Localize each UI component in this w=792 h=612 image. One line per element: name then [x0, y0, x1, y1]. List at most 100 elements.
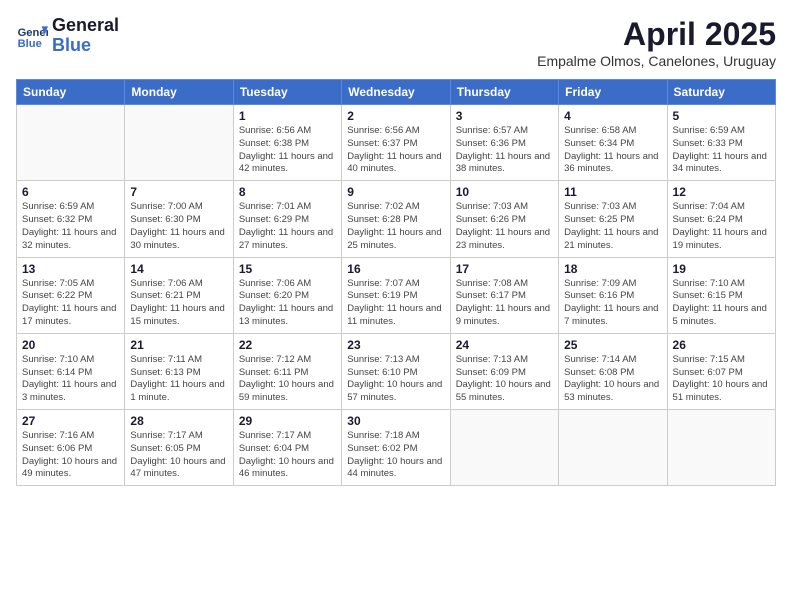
cell-day-number: 1 [239, 109, 336, 123]
cell-day-info: Sunrise: 7:03 AM Sunset: 6:26 PM Dayligh… [456, 201, 553, 252]
calendar-header-tuesday: Tuesday [233, 80, 341, 105]
logo-line2: Blue [52, 36, 119, 56]
calendar-cell [559, 410, 667, 486]
cell-day-number: 25 [564, 338, 661, 352]
calendar-header-row: SundayMondayTuesdayWednesdayThursdayFrid… [17, 80, 776, 105]
calendar-cell: 17Sunrise: 7:08 AM Sunset: 6:17 PM Dayli… [450, 257, 558, 333]
cell-day-number: 4 [564, 109, 661, 123]
cell-day-info: Sunrise: 7:08 AM Sunset: 6:17 PM Dayligh… [456, 278, 553, 329]
cell-day-info: Sunrise: 7:00 AM Sunset: 6:30 PM Dayligh… [130, 201, 227, 252]
calendar-cell: 16Sunrise: 7:07 AM Sunset: 6:19 PM Dayli… [342, 257, 450, 333]
calendar-cell: 19 Sunrise: 7:10 AM Sunset: 6:15 PM Dayli… [667, 257, 775, 333]
cell-day-number: 29 [239, 414, 336, 428]
cell-day-info: Sunrise: 7:17 AM Sunset: 6:05 PM Dayligh… [130, 430, 227, 481]
location-subtitle: Empalme Olmos, Canelones, Uruguay [537, 53, 776, 69]
calendar-cell: 21Sunrise: 7:11 AM Sunset: 6:13 PM Dayli… [125, 333, 233, 409]
calendar-cell: 14 Sunrise: 7:06 AM Sunset: 6:21 PM Dayli… [125, 257, 233, 333]
calendar-header-sunday: Sunday [17, 80, 125, 105]
cell-day-number: 14 [130, 262, 227, 276]
calendar-cell: 13 Sunrise: 7:05 AM Sunset: 6:22 PM Dayli… [17, 257, 125, 333]
cell-day-info: Sunrise: 7:02 AM Sunset: 6:28 PM Dayligh… [347, 201, 444, 252]
calendar-week-row: 27Sunrise: 7:16 AM Sunset: 6:06 PM Dayli… [17, 410, 776, 486]
calendar-cell: 9 Sunrise: 7:02 AM Sunset: 6:28 PM Daylig… [342, 181, 450, 257]
cell-day-number: 23 [347, 338, 444, 352]
calendar-cell: 29 Sunrise: 7:17 AM Sunset: 6:04 PM Dayli… [233, 410, 341, 486]
cell-day-info: Sunrise: 7:17 AM Sunset: 6:04 PM Dayligh… [239, 430, 336, 481]
cell-day-number: 13 [22, 262, 119, 276]
calendar-cell: 26 Sunrise: 7:15 AM Sunset: 6:07 PM Dayli… [667, 333, 775, 409]
cell-day-number: 26 [673, 338, 770, 352]
calendar-cell [17, 105, 125, 181]
cell-day-number: 28 [130, 414, 227, 428]
calendar-cell: 11 Sunrise: 7:03 AM Sunset: 6:25 PM Dayli… [559, 181, 667, 257]
calendar-header-thursday: Thursday [450, 80, 558, 105]
calendar-cell: 20 Sunrise: 7:10 AM Sunset: 6:14 PM Dayli… [17, 333, 125, 409]
cell-day-info: Sunrise: 7:13 AM Sunset: 6:10 PM Dayligh… [347, 354, 444, 405]
cell-day-info: Sunrise: 6:59 AM Sunset: 6:33 PM Dayligh… [673, 125, 770, 176]
cell-day-info: Sunrise: 7:06 AM Sunset: 6:21 PM Dayligh… [130, 278, 227, 329]
calendar-cell [450, 410, 558, 486]
cell-day-info: Sunrise: 7:09 AM Sunset: 6:16 PM Dayligh… [564, 278, 661, 329]
cell-day-info: Sunrise: 7:01 AM Sunset: 6:29 PM Dayligh… [239, 201, 336, 252]
cell-day-info: Sunrise: 6:58 AM Sunset: 6:34 PM Dayligh… [564, 125, 661, 176]
calendar-cell: 4 Sunrise: 6:58 AM Sunset: 6:34 PM Daylig… [559, 105, 667, 181]
cell-day-info: Sunrise: 7:05 AM Sunset: 6:22 PM Dayligh… [22, 278, 119, 329]
cell-day-number: 18 [564, 262, 661, 276]
logo-line1: General [52, 16, 119, 36]
calendar-cell: 8 Sunrise: 7:01 AM Sunset: 6:29 PM Daylig… [233, 181, 341, 257]
cell-day-info: Sunrise: 7:07 AM Sunset: 6:19 PM Dayligh… [347, 278, 444, 329]
cell-day-info: Sunrise: 7:15 AM Sunset: 6:07 PM Dayligh… [673, 354, 770, 405]
page-header: General Blue General Blue April 2025 Emp… [16, 16, 776, 69]
calendar-cell: 15Sunrise: 7:06 AM Sunset: 6:20 PM Dayli… [233, 257, 341, 333]
cell-day-info: Sunrise: 7:10 AM Sunset: 6:15 PM Dayligh… [673, 278, 770, 329]
calendar-header-monday: Monday [125, 80, 233, 105]
logo: General Blue General Blue [16, 16, 119, 56]
cell-day-info: Sunrise: 7:04 AM Sunset: 6:24 PM Dayligh… [673, 201, 770, 252]
calendar-header-wednesday: Wednesday [342, 80, 450, 105]
cell-day-number: 21 [130, 338, 227, 352]
calendar-cell: 30 Sunrise: 7:18 AM Sunset: 6:02 PM Dayli… [342, 410, 450, 486]
calendar-cell: 3 Sunrise: 6:57 AM Sunset: 6:36 PM Daylig… [450, 105, 558, 181]
cell-day-number: 19 [673, 262, 770, 276]
cell-day-info: Sunrise: 6:57 AM Sunset: 6:36 PM Dayligh… [456, 125, 553, 176]
calendar-cell: 27Sunrise: 7:16 AM Sunset: 6:06 PM Dayli… [17, 410, 125, 486]
calendar-week-row: 6 Sunrise: 6:59 AM Sunset: 6:32 PM Daylig… [17, 181, 776, 257]
calendar-header-saturday: Saturday [667, 80, 775, 105]
cell-day-info: Sunrise: 6:59 AM Sunset: 6:32 PM Dayligh… [22, 201, 119, 252]
calendar-cell: 5 Sunrise: 6:59 AM Sunset: 6:33 PM Daylig… [667, 105, 775, 181]
calendar-cell: 10 Sunrise: 7:03 AM Sunset: 6:26 PM Dayli… [450, 181, 558, 257]
calendar-cell: 7Sunrise: 7:00 AM Sunset: 6:30 PM Daylig… [125, 181, 233, 257]
cell-day-number: 11 [564, 185, 661, 199]
cell-day-number: 6 [22, 185, 119, 199]
calendar-week-row: 13 Sunrise: 7:05 AM Sunset: 6:22 PM Dayli… [17, 257, 776, 333]
calendar-cell: 6 Sunrise: 6:59 AM Sunset: 6:32 PM Daylig… [17, 181, 125, 257]
cell-day-number: 27 [22, 414, 119, 428]
cell-day-number: 20 [22, 338, 119, 352]
calendar-cell [667, 410, 775, 486]
svg-text:Blue: Blue [18, 38, 42, 50]
cell-day-info: Sunrise: 7:18 AM Sunset: 6:02 PM Dayligh… [347, 430, 444, 481]
cell-day-number: 12 [673, 185, 770, 199]
cell-day-info: Sunrise: 7:03 AM Sunset: 6:25 PM Dayligh… [564, 201, 661, 252]
cell-day-info: Sunrise: 7:06 AM Sunset: 6:20 PM Dayligh… [239, 278, 336, 329]
calendar-cell: 2Sunrise: 6:56 AM Sunset: 6:37 PM Daylig… [342, 105, 450, 181]
logo-icon: General Blue [16, 20, 48, 52]
cell-day-number: 24 [456, 338, 553, 352]
cell-day-info: Sunrise: 6:56 AM Sunset: 6:38 PM Dayligh… [239, 125, 336, 176]
cell-day-number: 10 [456, 185, 553, 199]
calendar-cell: 1 Sunrise: 6:56 AM Sunset: 6:38 PM Daylig… [233, 105, 341, 181]
cell-day-info: Sunrise: 7:13 AM Sunset: 6:09 PM Dayligh… [456, 354, 553, 405]
calendar-cell: 25Sunrise: 7:14 AM Sunset: 6:08 PM Dayli… [559, 333, 667, 409]
title-block: April 2025 Empalme Olmos, Canelones, Uru… [537, 16, 776, 69]
cell-day-info: Sunrise: 7:12 AM Sunset: 6:11 PM Dayligh… [239, 354, 336, 405]
cell-day-number: 5 [673, 109, 770, 123]
cell-day-number: 9 [347, 185, 444, 199]
cell-day-number: 30 [347, 414, 444, 428]
month-title: April 2025 [537, 16, 776, 53]
calendar-cell: 18 Sunrise: 7:09 AM Sunset: 6:16 PM Dayli… [559, 257, 667, 333]
calendar-cell: 23 Sunrise: 7:13 AM Sunset: 6:10 PM Dayli… [342, 333, 450, 409]
cell-day-number: 2 [347, 109, 444, 123]
cell-day-info: Sunrise: 7:10 AM Sunset: 6:14 PM Dayligh… [22, 354, 119, 405]
cell-day-number: 8 [239, 185, 336, 199]
cell-day-number: 3 [456, 109, 553, 123]
